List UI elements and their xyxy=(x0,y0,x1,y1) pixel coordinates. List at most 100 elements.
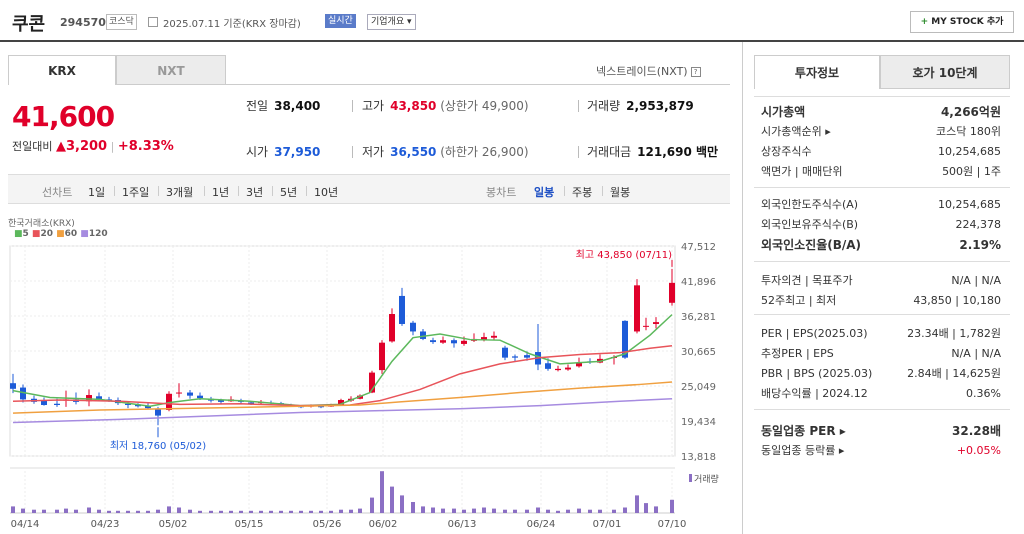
section-divider xyxy=(754,261,1010,262)
volume-bar xyxy=(136,510,140,513)
corp-info-dropdown[interactable]: 기업개요 ▾ xyxy=(367,14,416,30)
candle-body xyxy=(555,368,561,371)
divider xyxy=(578,100,579,112)
section-divider xyxy=(754,314,1010,315)
period-monthly[interactable]: 월봉 xyxy=(610,184,630,200)
x-tick-label: 07/01 xyxy=(593,519,622,530)
realtime-button[interactable]: 실시간 xyxy=(325,14,356,28)
info-row: 52주최고 | 최저 43,850 | 10,180 xyxy=(761,292,1001,310)
info-row: 외국인한도주식수(A) 10,254,685 xyxy=(761,196,1001,214)
amount-value: 121,690 백만 xyxy=(637,145,719,159)
candle-body xyxy=(502,347,508,358)
period-3y[interactable]: 3년 xyxy=(246,184,263,200)
info-value: 224,378 xyxy=(955,218,1002,231)
volume-bar xyxy=(87,507,91,513)
volume-bar xyxy=(598,509,602,513)
volume-bar xyxy=(289,510,293,513)
period-5y[interactable]: 5년 xyxy=(280,184,297,200)
volume-label: 거래량 xyxy=(694,473,719,485)
info-row: 외국인소진율(B/A) 2.19% xyxy=(761,236,1001,254)
tab-invest-info[interactable]: 투자정보 xyxy=(754,55,880,89)
source-label: 한국거래소(KRX) xyxy=(8,219,75,229)
period-weekly[interactable]: 주봉 xyxy=(572,184,592,200)
low-annotation: 최저 18,760 (05/02) xyxy=(110,440,206,452)
volume-bar xyxy=(299,510,303,513)
info-value: 10,254,685 xyxy=(938,198,1001,211)
section-divider xyxy=(754,409,1010,410)
volume-bar xyxy=(259,510,263,513)
volume-bar xyxy=(11,506,15,513)
volume-bar xyxy=(188,509,192,513)
divider xyxy=(352,100,353,112)
info-value: N/A | N/A xyxy=(951,274,1001,287)
quote-date: 2025.07.11 기준(KRX 장마감) xyxy=(163,19,301,30)
info-row: 동일업종 등락률 ▸ +0.05% xyxy=(761,442,1001,460)
divider xyxy=(578,146,579,158)
open-label: 시가 xyxy=(246,145,269,159)
help-icon[interactable]: ? xyxy=(690,67,701,77)
y-tick-label: 41,896 xyxy=(681,277,716,288)
trade-amount: 거래대금 121,690 백만 xyxy=(587,143,718,160)
plus-icon: + xyxy=(920,17,932,27)
high-label: 고가 xyxy=(362,99,385,113)
info-key: PBR | BPS (2025.03) xyxy=(761,367,873,380)
candle-body xyxy=(545,363,551,369)
low-label: 저가 xyxy=(362,145,385,159)
volume: 거래량 2,953,879 xyxy=(587,97,694,114)
volume-bar xyxy=(654,506,658,513)
info-row: 동일업종 PER ▸ 32.28배 xyxy=(761,422,1001,440)
y-tick-label: 19,434 xyxy=(681,417,716,428)
period-1w[interactable]: 1주일 xyxy=(122,184,149,200)
volume-bar xyxy=(309,510,313,513)
period-daily[interactable]: 일봉 xyxy=(534,184,554,200)
line-chart-button[interactable]: 선차트 xyxy=(42,184,72,200)
volume-bar xyxy=(644,503,648,513)
volume-bar xyxy=(546,509,550,513)
candle-body xyxy=(399,295,405,324)
volume-bar xyxy=(513,509,517,513)
info-value: 2.19% xyxy=(959,238,1001,252)
candle-chart-button[interactable]: 봉차트 xyxy=(486,184,516,200)
volume-bar xyxy=(339,509,343,513)
period-3m[interactable]: 3개월 xyxy=(166,184,193,200)
section-divider xyxy=(754,187,1010,188)
candle-body xyxy=(10,383,16,389)
info-key: 시가총액 xyxy=(761,105,806,119)
candle-body xyxy=(565,367,571,370)
info-value: 10,254,685 xyxy=(938,145,1001,158)
info-row: 투자의견 | 목표주가 N/A | N/A xyxy=(761,272,1001,290)
candle-body xyxy=(420,331,426,339)
nextrade-link[interactable]: 넥스트레이드(NXT)? xyxy=(596,63,701,79)
tab-krx[interactable]: KRX xyxy=(8,55,116,85)
amount-label: 거래대금 xyxy=(587,145,632,159)
y-tick-label: 36,281 xyxy=(681,312,716,323)
x-tick-label: 06/02 xyxy=(369,519,398,530)
info-key: 투자의견 | 목표주가 xyxy=(761,274,853,287)
period-1d[interactable]: 1일 xyxy=(88,184,105,200)
x-tick-label: 07/10 xyxy=(658,519,687,530)
x-tick-label: 04/14 xyxy=(11,519,40,530)
volume-bar xyxy=(198,510,202,513)
y-tick-label: 13,818 xyxy=(681,452,716,463)
high-annotation: 최고 43,850 (07/11) xyxy=(576,249,672,261)
info-key: 상장주식수 xyxy=(761,145,812,158)
info-key: PER | EPS(2025.03) xyxy=(761,327,868,340)
volume-bar xyxy=(556,510,560,513)
calendar-icon xyxy=(148,17,158,27)
period-1y[interactable]: 1년 xyxy=(212,184,229,200)
volume-bar xyxy=(431,507,435,513)
tab-nxt[interactable]: NXT xyxy=(116,55,226,85)
my-stock-button[interactable]: + MY STOCK 추가 xyxy=(910,11,1014,33)
info-key: 외국인보유주식수(B) xyxy=(761,218,859,231)
info-value: 23.34배 | 1,782원 xyxy=(907,327,1001,340)
price-chart[interactable]: 47,512 41,896 36,281 30,665 25,049 19,434 13,8… xyxy=(0,238,730,534)
prev-label: 전일 xyxy=(246,99,269,113)
candle-body xyxy=(643,325,649,327)
tab-orderbook[interactable]: 호가 10단계 xyxy=(880,55,1010,89)
period-10y[interactable]: 10년 xyxy=(314,184,338,200)
volume-bar xyxy=(472,508,476,513)
volume-bar xyxy=(107,510,111,513)
x-tick-label: 05/02 xyxy=(159,519,188,530)
info-key: 52주최고 | 최저 xyxy=(761,294,837,307)
x-tick-label: 05/26 xyxy=(313,519,342,530)
